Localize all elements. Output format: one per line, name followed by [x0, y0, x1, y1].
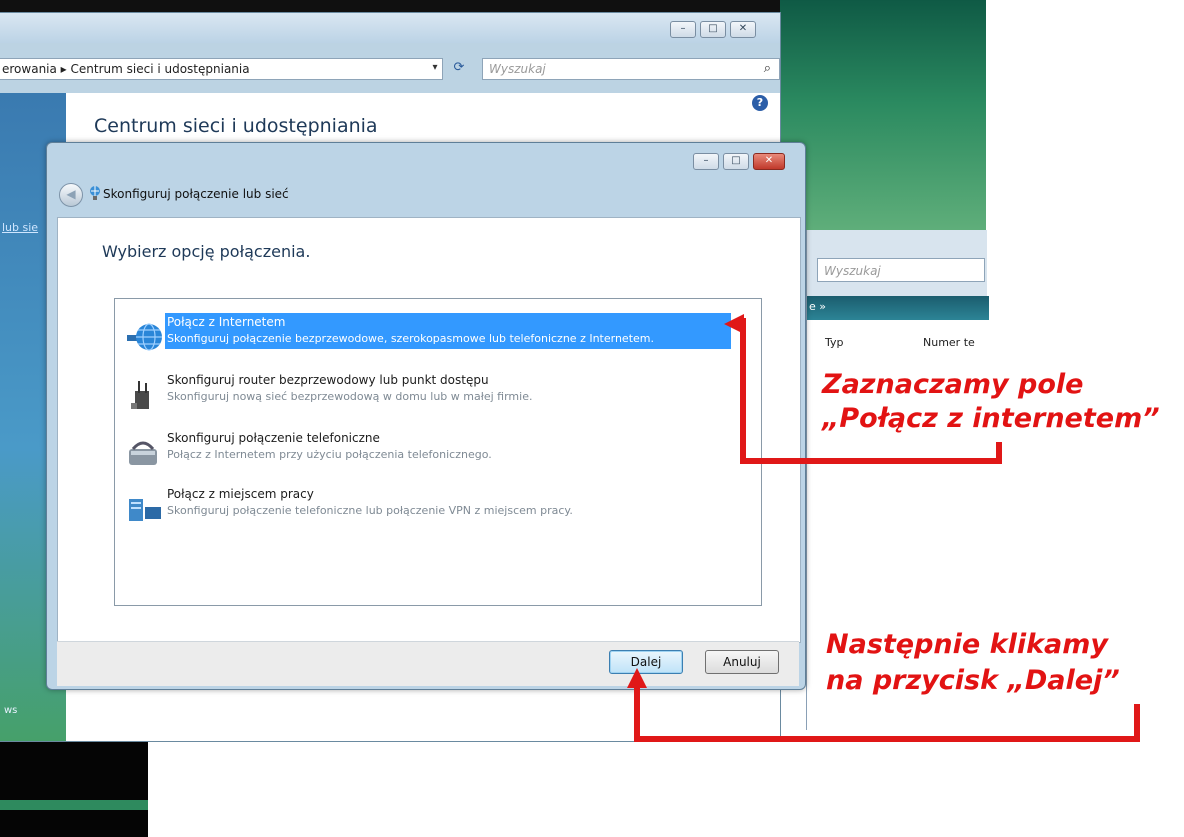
dialog-body: Wybierz opcję połączenia. Połącz z Inter…	[57, 217, 801, 643]
workplace-vpn-icon	[129, 499, 161, 521]
option-title: Połącz z Internetem	[167, 315, 286, 329]
column-header-type[interactable]: Typ	[825, 336, 844, 349]
dialog-heading: Wybierz opcję połączenia.	[102, 242, 311, 261]
search-input[interactable]: Wyszukaj	[817, 258, 985, 282]
option-description: Skonfiguruj nową sieć bezprzewodową w do…	[167, 390, 533, 403]
search-placeholder: Wyszukaj	[489, 62, 546, 76]
annotation-line	[634, 736, 1140, 742]
option-workplace[interactable]: Połącz z miejscem pracy Skonfiguruj połą…	[121, 485, 727, 533]
option-description: Skonfiguruj połączenie telefoniczne lub …	[167, 504, 573, 517]
connection-options-list: Połącz z Internetem Skonfiguruj połączen…	[114, 298, 762, 606]
option-title: Połącz z miejscem pracy	[167, 487, 314, 501]
option-wireless-router[interactable]: Skonfiguruj router bezprzewodowy lub pun…	[121, 371, 727, 419]
option-title: Skonfiguruj router bezprzewodowy lub pun…	[167, 373, 489, 387]
chevron-down-icon[interactable]: ▾	[426, 58, 444, 78]
annotation-line	[1134, 704, 1140, 742]
toolbar: e »	[807, 296, 989, 320]
minimize-button[interactable]: –	[670, 21, 696, 38]
maximize-button[interactable]: □	[700, 21, 726, 38]
annotation-text: na przycisk „Dalej”	[826, 665, 1120, 696]
globe-icon	[127, 323, 162, 351]
option-connect-internet[interactable]: Połącz z Internetem Skonfiguruj połączen…	[121, 313, 731, 361]
option-description: Połącz z Internetem przy użyciu połączen…	[167, 448, 492, 461]
back-arrow-icon[interactable]: ◀	[59, 183, 83, 207]
setup-connection-dialog: – □ ✕ ◀ Skonfiguruj połączenie lub sieć …	[46, 142, 806, 690]
close-button[interactable]: ✕	[753, 153, 785, 170]
nav-footer-text: ws	[4, 705, 18, 716]
wireless-router-icon	[131, 381, 149, 409]
close-button[interactable]: ✕	[730, 21, 756, 38]
network-setup-icon	[90, 186, 100, 200]
address-bar[interactable]: erowania ▸ Centrum sieci i udostępniania	[0, 58, 443, 80]
maximize-button[interactable]: □	[723, 153, 749, 170]
dialog-title: Skonfiguruj połączenie lub sieć	[103, 187, 289, 201]
column-header-number[interactable]: Numer te	[923, 336, 975, 349]
desktop-wallpaper-dark	[0, 730, 148, 837]
minimize-button[interactable]: –	[693, 153, 719, 170]
search-icon[interactable]: ⌕	[764, 59, 771, 79]
address-bar-row: erowania ▸ Centrum sieci i udostępniania…	[0, 56, 780, 82]
annotation-arrowhead-icon	[724, 314, 744, 334]
dialog-footer: Dalej Anuluj	[57, 641, 799, 686]
option-description: Skonfiguruj połączenie bezprzewodowe, sz…	[167, 332, 654, 345]
page-title: Centrum sieci i udostępniania	[94, 115, 378, 137]
help-icon[interactable]: ?	[752, 95, 768, 111]
nav-link[interactable]: lub sie	[2, 221, 38, 234]
search-input[interactable]: Wyszukaj ⌕	[482, 58, 780, 80]
annotation-text: Zaznaczamy pole	[822, 369, 1084, 400]
window-titlebar: – □ ✕	[0, 13, 780, 43]
refresh-icon[interactable]: ⟳	[448, 58, 470, 78]
annotation-line	[740, 318, 746, 464]
option-title: Skonfiguruj połączenie telefoniczne	[167, 431, 380, 445]
annotation-text: Następnie klikamy	[826, 629, 1108, 660]
annotation-line	[996, 442, 1002, 464]
desktop-wallpaper	[780, 0, 986, 230]
annotation-text: „Połącz z internetem”	[822, 403, 1160, 434]
annotation-arrowhead-icon	[627, 668, 647, 688]
cancel-button[interactable]: Anuluj	[705, 650, 779, 674]
annotation-line	[740, 458, 1002, 464]
dialup-modem-icon	[129, 441, 157, 465]
option-dialup[interactable]: Skonfiguruj połączenie telefoniczne Połą…	[121, 429, 727, 477]
